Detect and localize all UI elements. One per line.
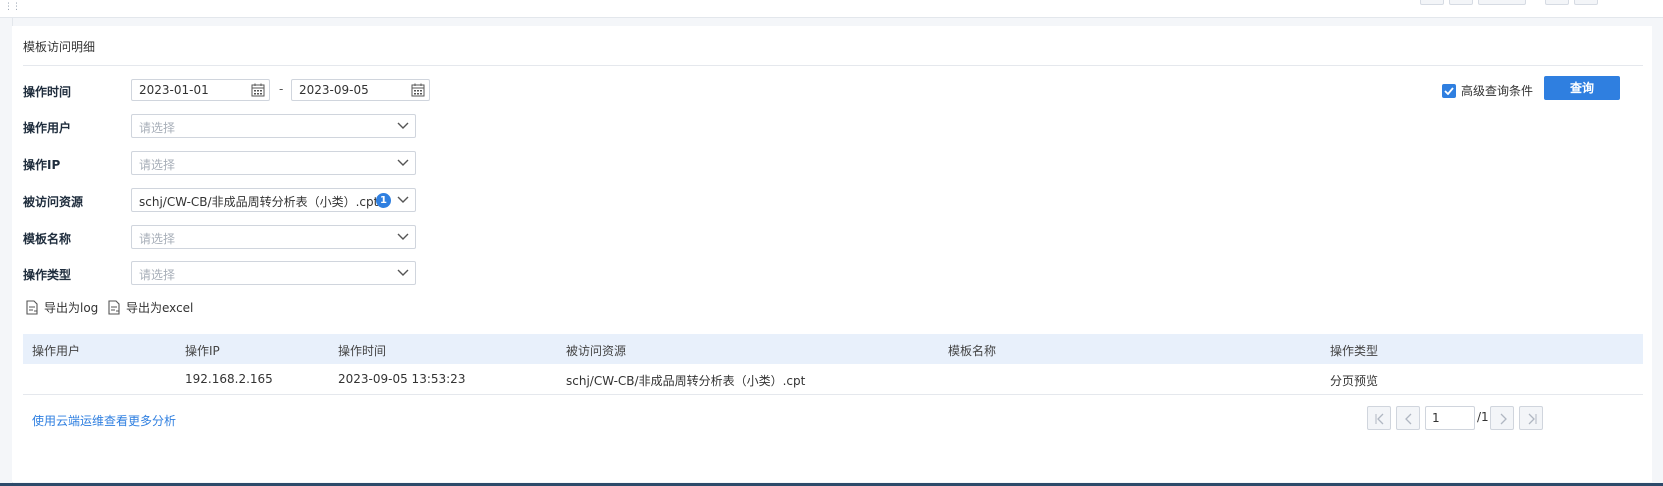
cloud-ops-more-link[interactable]: 使用云端运维查看更多分析 xyxy=(32,412,176,429)
query-button[interactable]: 查询 xyxy=(1544,76,1620,100)
template-name-placeholder: 请选择 xyxy=(139,232,176,246)
drag-handle-icon[interactable]: ⋮⋮ xyxy=(4,3,21,19)
chevron-down-icon xyxy=(397,196,409,203)
calendar-icon[interactable] xyxy=(411,83,425,97)
toolbar-button[interactable] xyxy=(1574,0,1598,5)
export-excel-label: 导出为excel xyxy=(126,301,194,315)
template-access-detail-panel: 模板访问明细 操作时间 2023-01-01 - 2023-09-05 操作用户… xyxy=(12,26,1652,482)
template-name-label: 模板名称 xyxy=(23,232,72,246)
template-name-select[interactable]: 请选择 xyxy=(131,225,416,249)
title-divider xyxy=(23,65,1643,66)
toolbar-button[interactable] xyxy=(1449,0,1473,5)
advanced-query-checkbox[interactable]: 高级查询条件 xyxy=(1442,82,1533,99)
column-header: 操作用户 xyxy=(32,344,81,358)
end-date-input[interactable]: 2023-09-05 xyxy=(291,79,430,101)
cell-resource: schj/CW-CB/非成品周转分析表（小类）.cpt xyxy=(566,374,806,388)
op-user-select[interactable]: 请选择 xyxy=(131,114,416,138)
checkbox-checked-icon[interactable] xyxy=(1442,83,1456,98)
toolbar-button[interactable] xyxy=(1478,0,1526,5)
selection-count-badge: 1 xyxy=(376,193,391,208)
export-file-icon xyxy=(26,300,38,315)
advanced-query-label: 高级查询条件 xyxy=(1461,84,1534,98)
start-date-input[interactable]: 2023-01-01 xyxy=(131,79,270,101)
vertical-scrollbar[interactable] xyxy=(1652,18,1663,486)
op-type-select[interactable]: 请选择 xyxy=(131,261,416,285)
table-header: 操作用户 操作IP 操作时间 被访问资源 模板名称 操作类型 xyxy=(23,334,1643,364)
first-page-button[interactable] xyxy=(1367,406,1391,430)
export-excel-button[interactable]: 导出为excel xyxy=(107,299,193,316)
op-ip-placeholder: 请选择 xyxy=(139,158,176,172)
top-toolbar-strip: ⋮⋮ xyxy=(0,0,1663,18)
table-row[interactable]: 192.168.2.165 2023-09-05 13:53:23 schj/C… xyxy=(23,364,1643,395)
panel-title: 模板访问明细 xyxy=(23,40,96,54)
export-log-label: 导出为log xyxy=(44,301,99,315)
column-header: 被访问资源 xyxy=(566,344,627,358)
op-ip-label: 操作IP xyxy=(23,158,61,172)
op-type-label: 操作类型 xyxy=(23,268,72,282)
last-page-icon xyxy=(1528,413,1537,425)
resource-value: schj/CW-CB/非成品周转分析表（小类）.cpt xyxy=(139,195,379,209)
first-page-icon xyxy=(1375,413,1384,425)
prev-page-button[interactable] xyxy=(1396,406,1420,430)
next-page-button[interactable] xyxy=(1490,406,1514,430)
chevron-down-icon xyxy=(397,122,409,129)
column-header: 操作类型 xyxy=(1330,344,1379,358)
column-header: 操作时间 xyxy=(338,344,387,358)
cell-time: 2023-09-05 13:53:23 xyxy=(338,372,466,386)
op-ip-select[interactable]: 请选择 xyxy=(131,151,416,175)
start-date-value: 2023-01-01 xyxy=(139,83,209,97)
op-type-placeholder: 请选择 xyxy=(139,268,176,282)
cell-ip: 192.168.2.165 xyxy=(185,372,273,386)
export-file-icon xyxy=(108,300,120,315)
access-detail-table: 操作用户 操作IP 操作时间 被访问资源 模板名称 操作类型 192.168.2… xyxy=(23,334,1643,395)
cell-op-type: 分页预览 xyxy=(1330,374,1379,388)
end-date-value: 2023-09-05 xyxy=(299,83,369,97)
page-number-input[interactable]: 1 xyxy=(1425,406,1475,430)
page-number-value: 1 xyxy=(1432,411,1440,425)
op-user-placeholder: 请选择 xyxy=(139,121,176,135)
chevron-left-icon xyxy=(1405,413,1412,425)
op-time-label: 操作时间 xyxy=(23,85,72,99)
chevron-down-icon xyxy=(397,269,409,276)
column-header: 操作IP xyxy=(185,344,220,358)
export-log-button[interactable]: 导出为log xyxy=(25,299,98,316)
date-range-separator: - xyxy=(279,82,284,96)
resource-select[interactable]: schj/CW-CB/非成品周转分析表（小类）.cpt 1 xyxy=(131,188,416,212)
chevron-right-icon xyxy=(1500,413,1507,425)
page-total: /1 xyxy=(1477,410,1489,424)
resource-label: 被访问资源 xyxy=(23,195,84,209)
chevron-down-icon xyxy=(397,159,409,166)
chevron-down-icon xyxy=(397,233,409,240)
op-user-label: 操作用户 xyxy=(23,121,72,135)
toolbar-button[interactable] xyxy=(1420,0,1444,5)
calendar-icon[interactable] xyxy=(251,83,265,97)
last-page-button[interactable] xyxy=(1519,406,1543,430)
toolbar-button[interactable] xyxy=(1545,0,1569,5)
column-header: 模板名称 xyxy=(948,344,997,358)
